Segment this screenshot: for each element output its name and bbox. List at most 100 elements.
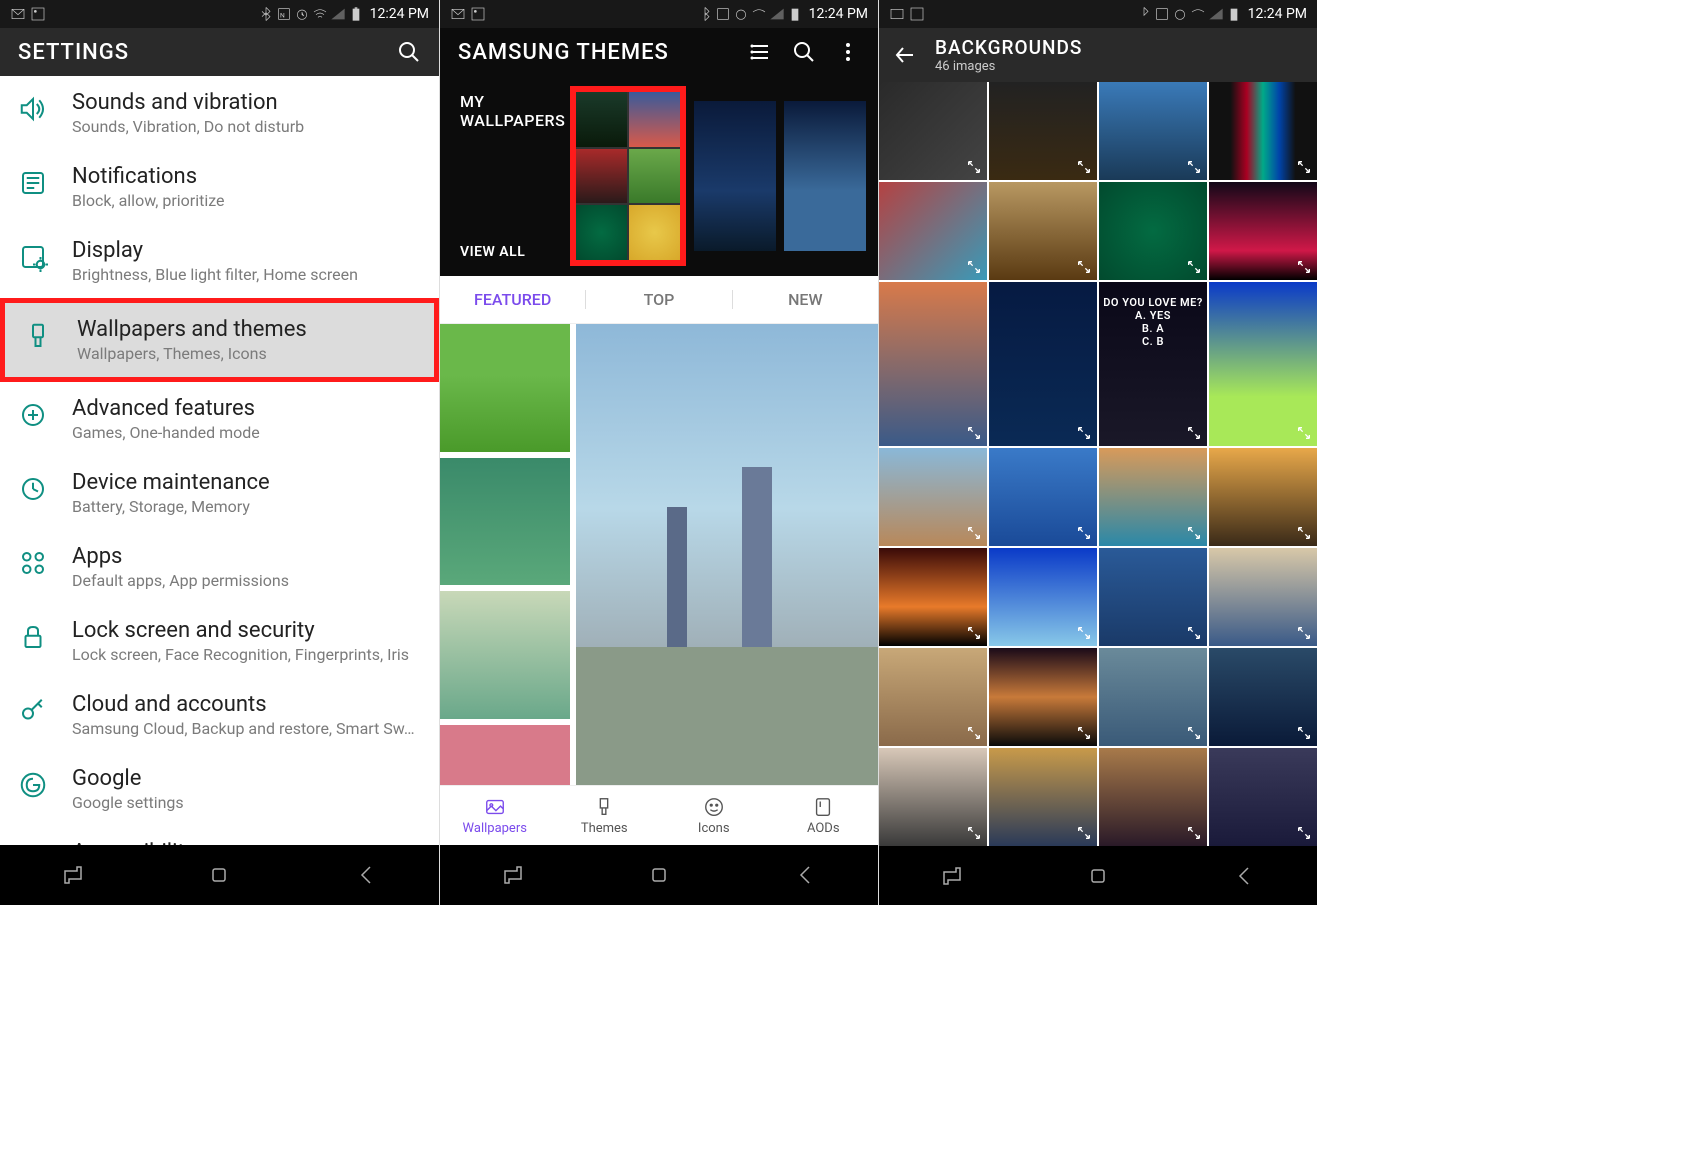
search-icon[interactable] xyxy=(792,40,816,64)
settings-item-display[interactable]: DisplayBrightness, Blue light filter, Ho… xyxy=(0,224,439,298)
wallpaper-thumb[interactable] xyxy=(784,101,866,251)
featured-section xyxy=(440,324,878,785)
settings-item-sounds[interactable]: Sounds and vibrationSounds, Vibration, D… xyxy=(0,76,439,150)
background-thumb[interactable] xyxy=(1099,648,1207,746)
settings-item-advanced[interactable]: Advanced featuresGames, One-handed mode xyxy=(0,382,439,456)
expand-icon xyxy=(966,825,982,841)
background-thumb[interactable] xyxy=(1209,748,1317,846)
background-thumb[interactable] xyxy=(879,648,987,746)
wallpaper-thumb[interactable] xyxy=(694,101,776,251)
my-wallpapers-section: MY WALLPAPERS VIEW ALL xyxy=(440,76,878,276)
background-thumb[interactable] xyxy=(879,82,987,180)
background-thumb[interactable] xyxy=(989,748,1097,846)
background-thumb[interactable] xyxy=(879,448,987,546)
background-thumb[interactable] xyxy=(1099,182,1207,280)
settings-header: SETTINGS xyxy=(0,28,439,76)
back-icon[interactable] xyxy=(354,863,378,887)
home-icon[interactable] xyxy=(207,863,231,887)
settings-item-maintenance[interactable]: Device maintenanceBattery, Storage, Memo… xyxy=(0,456,439,530)
expand-icon xyxy=(1296,159,1312,175)
expand-icon xyxy=(1186,259,1202,275)
background-thumb[interactable] xyxy=(1209,448,1317,546)
background-thumb[interactable] xyxy=(1209,548,1317,646)
tab-top[interactable]: TOP xyxy=(585,290,731,309)
background-thumb[interactable] xyxy=(1209,82,1317,180)
list-icon[interactable] xyxy=(748,40,772,64)
annot: C. B xyxy=(1099,335,1207,348)
settings-item-google[interactable]: GoogleGoogle settings xyxy=(0,752,439,826)
recent-icon[interactable] xyxy=(501,863,525,887)
settings-item-cloud[interactable]: Cloud and accountsSamsung Cloud, Backup … xyxy=(0,678,439,752)
background-thumb[interactable] xyxy=(989,182,1097,280)
expand-icon xyxy=(1296,625,1312,641)
home-icon[interactable] xyxy=(1086,864,1110,888)
nav-themes[interactable]: Themes xyxy=(550,786,660,845)
view-all-button[interactable]: VIEW ALL xyxy=(460,244,570,260)
background-thumb[interactable] xyxy=(879,182,987,280)
search-icon[interactable] xyxy=(397,40,421,64)
background-thumb[interactable] xyxy=(1209,282,1317,446)
wifi-icon xyxy=(751,6,767,22)
nav-aods[interactable]: AODs xyxy=(769,786,879,845)
background-thumb[interactable] xyxy=(989,82,1097,180)
background-thumb[interactable] xyxy=(879,748,987,846)
background-thumb[interactable] xyxy=(1099,748,1207,846)
back-icon[interactable] xyxy=(1232,864,1256,888)
nav-icons[interactable]: Icons xyxy=(659,786,769,845)
status-bar: 12:24 PM xyxy=(879,0,1317,28)
themes-header: SAMSUNG THEMES xyxy=(440,28,878,76)
back-arrow-icon[interactable] xyxy=(893,43,917,67)
featured-card[interactable] xyxy=(440,591,570,719)
expand-icon xyxy=(1076,425,1092,441)
expand-icon xyxy=(966,259,982,275)
background-thumb[interactable] xyxy=(1099,82,1207,180)
image-icon xyxy=(909,6,925,22)
background-thumb[interactable] xyxy=(989,282,1097,446)
settings-item-lockscreen[interactable]: Lock screen and securityLock screen, Fac… xyxy=(0,604,439,678)
themes-icon xyxy=(593,796,615,818)
android-navbar xyxy=(440,845,878,905)
wifi-icon xyxy=(312,6,328,22)
settings-item-notifications[interactable]: NotificationsBlock, allow, prioritize xyxy=(0,150,439,224)
background-thumb[interactable]: DO YOU LOVE ME?A. YESB. AC. B xyxy=(1099,282,1207,446)
brush-icon xyxy=(23,321,53,351)
expand-icon xyxy=(1076,259,1092,275)
expand-icon xyxy=(966,625,982,641)
expand-icon xyxy=(1296,425,1312,441)
featured-card[interactable] xyxy=(440,458,570,586)
background-thumb[interactable] xyxy=(989,648,1097,746)
background-thumb[interactable] xyxy=(879,548,987,646)
background-thumb[interactable] xyxy=(1209,648,1317,746)
more-icon[interactable] xyxy=(836,40,860,64)
expand-icon xyxy=(1186,725,1202,741)
icons-icon xyxy=(703,796,725,818)
featured-card[interactable] xyxy=(440,324,570,452)
background-thumb[interactable] xyxy=(1209,182,1317,280)
annot: A. YES xyxy=(1099,309,1207,322)
tab-featured[interactable]: FEATURED xyxy=(440,290,585,309)
featured-card[interactable] xyxy=(440,725,570,785)
status-bar: 12:24 PM xyxy=(440,0,878,28)
recent-icon[interactable] xyxy=(940,864,964,888)
settings-item-apps[interactable]: AppsDefault apps, App permissions xyxy=(0,530,439,604)
wallpaper-thumb-highlighted[interactable] xyxy=(570,86,686,266)
nav-wallpapers[interactable]: Wallpapers xyxy=(440,786,550,845)
plus-gear-icon xyxy=(18,400,48,430)
recent-icon[interactable] xyxy=(61,863,85,887)
background-thumb[interactable] xyxy=(989,548,1097,646)
back-icon[interactable] xyxy=(793,863,817,887)
annot: B. A xyxy=(1099,322,1207,335)
background-thumb[interactable] xyxy=(879,282,987,446)
featured-main[interactable] xyxy=(576,324,878,785)
battery-icon xyxy=(787,6,803,22)
background-thumb[interactable] xyxy=(1099,448,1207,546)
my-wallpapers-label-2: WALLPAPERS xyxy=(460,111,570,130)
status-time: 12:24 PM xyxy=(370,6,429,22)
tab-new[interactable]: NEW xyxy=(732,290,878,309)
settings-item-wallpapers-themes[interactable]: Wallpapers and themesWallpapers, Themes,… xyxy=(0,298,439,382)
background-thumb[interactable] xyxy=(1099,548,1207,646)
backgrounds-header: BACKGROUNDS 46 images xyxy=(879,28,1317,82)
settings-list: Sounds and vibrationSounds, Vibration, D… xyxy=(0,76,439,876)
home-icon[interactable] xyxy=(647,863,671,887)
background-thumb[interactable] xyxy=(989,448,1097,546)
